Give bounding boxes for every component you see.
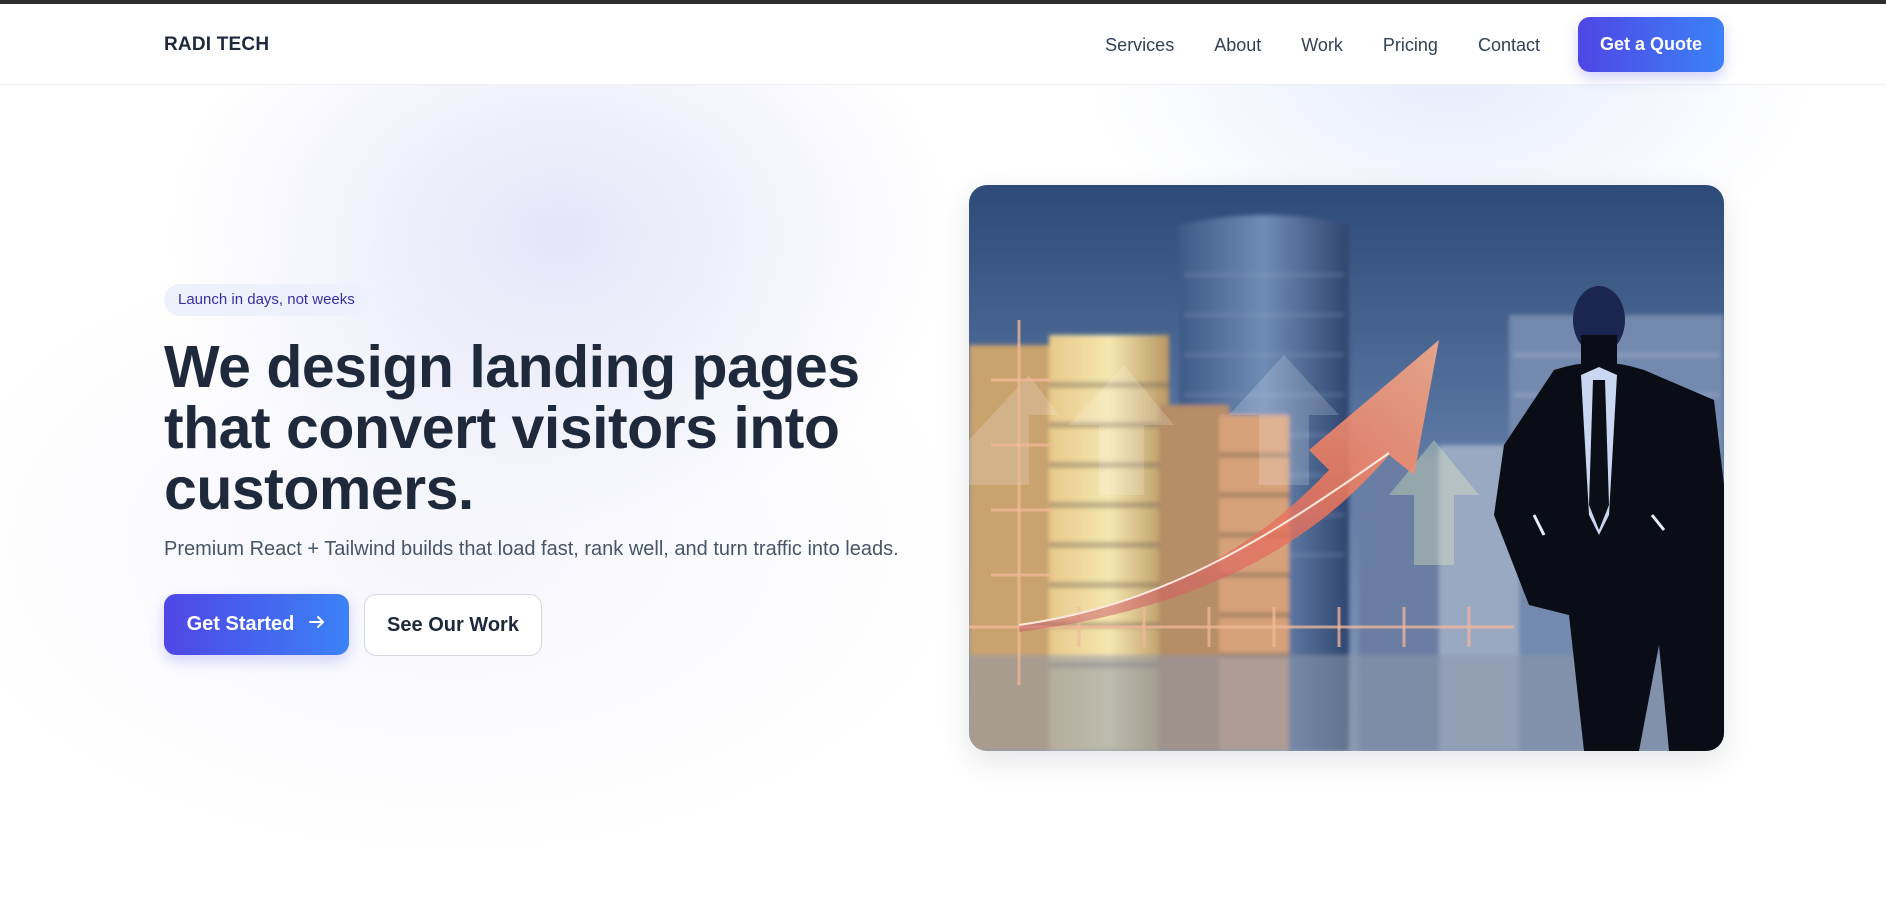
get-quote-button[interactable]: Get a Quote bbox=[1578, 17, 1724, 72]
see-our-work-button[interactable]: See Our Work bbox=[364, 594, 542, 656]
hero-image-businessman-skyline bbox=[969, 185, 1724, 751]
hero-title: We design landing pages that convert vis… bbox=[164, 334, 860, 522]
get-started-button[interactable]: Get Started bbox=[164, 594, 349, 655]
nav-link-work[interactable]: Work bbox=[1301, 35, 1343, 56]
main-nav: Services About Work Pricing Contact bbox=[1065, 35, 1540, 56]
hero-badge: Launch in days, not weeks bbox=[164, 284, 369, 316]
nav-link-pricing[interactable]: Pricing bbox=[1383, 35, 1438, 56]
hero-subtitle: Premium React + Tailwind builds that loa… bbox=[164, 538, 899, 560]
nav-link-about[interactable]: About bbox=[1214, 35, 1261, 56]
brand-logo[interactable]: RADI TECH bbox=[164, 34, 269, 56]
arrow-right-icon bbox=[308, 613, 326, 637]
nav-link-contact[interactable]: Contact bbox=[1478, 35, 1540, 56]
get-started-label: Get Started bbox=[186, 613, 295, 635]
site-header: RADI TECH Services About Work Pricing Co… bbox=[0, 4, 1886, 85]
nav-link-services[interactable]: Services bbox=[1105, 35, 1174, 56]
landing-page: RADI TECH Services About Work Pricing Co… bbox=[0, 4, 1886, 903]
